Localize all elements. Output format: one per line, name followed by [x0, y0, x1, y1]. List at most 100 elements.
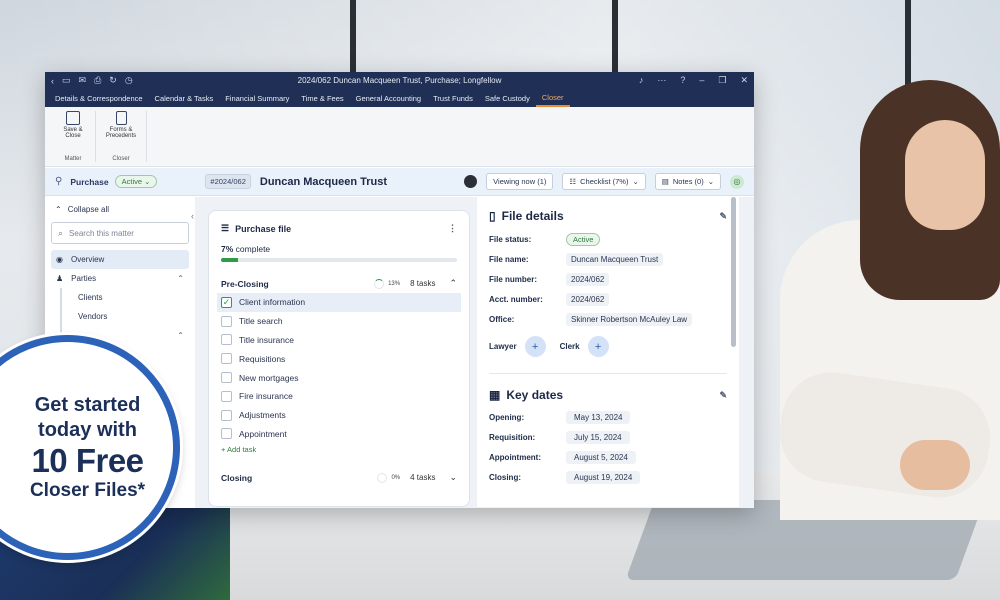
print-icon[interactable]: ⎙: [94, 75, 101, 86]
section-label: Closing: [221, 472, 253, 483]
minimize-icon[interactable]: –: [699, 75, 704, 86]
checkbox-icon[interactable]: [221, 390, 232, 402]
more-icon[interactable]: ···: [657, 75, 666, 86]
restore-icon[interactable]: ❐: [718, 75, 726, 86]
close-icon[interactable]: ✕: [740, 75, 748, 86]
checkbox-icon[interactable]: [221, 315, 232, 327]
title-bar: ‹ ▭ ✉ ⎙ ↻ ◷ 2024/062 Duncan Macqueen Tru…: [45, 72, 754, 89]
section-task-count: 4 tasks: [410, 473, 436, 483]
save-close-button[interactable]: Save & Close: [59, 111, 87, 139]
file-details-title: File details: [501, 209, 564, 223]
save-close-label: Save & Close: [63, 127, 83, 139]
add-task-button[interactable]: + Add task: [221, 445, 457, 454]
task-item[interactable]: New mortgages: [221, 368, 457, 387]
notes-button[interactable]: ▤ Notes (0) ⌄: [654, 173, 721, 190]
progress-ring-icon: [374, 278, 385, 289]
status-badge[interactable]: Active ⌄: [114, 175, 158, 188]
checklist-icon: ☷: [569, 177, 577, 186]
status-badge: Active: [566, 233, 601, 246]
sidebar-item-overview[interactable]: ◉ Overview: [51, 250, 189, 269]
more-options-icon[interactable]: ⋮: [448, 223, 457, 234]
checkbox-icon[interactable]: [221, 409, 232, 421]
avatar: [464, 175, 478, 188]
checkbox-icon[interactable]: [221, 428, 232, 440]
task-item[interactable]: Adjustments: [221, 406, 457, 425]
sidebar-item-clients[interactable]: Clients: [73, 288, 189, 307]
task-item[interactable]: Appointment: [221, 425, 457, 444]
clerk-label: Clerk: [559, 342, 580, 351]
tab-financial-summary[interactable]: Financial Summary: [219, 89, 295, 107]
tab-details-correspondence[interactable]: Details & Correspondence: [49, 89, 149, 107]
edit-icon[interactable]: ✎: [719, 211, 727, 222]
divider: [489, 373, 727, 374]
tab-closer[interactable]: Closer: [535, 89, 570, 107]
task-item[interactable]: Fire insurance: [221, 387, 457, 406]
tab-safe-custody[interactable]: Safe Custody: [479, 89, 536, 107]
sidebar-item-vendors[interactable]: Vendors: [73, 307, 189, 326]
checklist-button[interactable]: ☷ Checklist (7%) ⌄: [562, 173, 646, 190]
collapse-all-button[interactable]: ⌃ Collapse all: [51, 205, 189, 214]
checkbox-checked-icon[interactable]: ✓: [221, 296, 232, 308]
field-office: Office: Skinner Robertson McAuley Law: [489, 313, 727, 326]
progress-word: complete: [235, 244, 271, 254]
field-value: July 15, 2024: [566, 431, 630, 444]
pin-icon[interactable]: ⚲: [55, 176, 62, 187]
help-icon[interactable]: ?: [680, 75, 685, 86]
folder-icon[interactable]: ▭: [62, 75, 71, 86]
forms-precedents-button[interactable]: Forms & Precedents: [104, 111, 138, 139]
mail-icon[interactable]: ✉: [79, 75, 87, 86]
promo-line-3: 10 Free: [31, 441, 144, 479]
tab-trust-funds[interactable]: Trust Funds: [427, 89, 479, 107]
task-item[interactable]: Title insurance: [221, 331, 457, 350]
people-row: Lawyer + Clerk +: [489, 336, 727, 357]
chevron-up-icon[interactable]: ⌃: [177, 274, 184, 283]
promo-line-4: Closer Files*: [29, 479, 146, 501]
search-box[interactable]: ⌕: [51, 222, 189, 244]
add-lawyer-button[interactable]: +: [524, 336, 546, 357]
window-frame: [350, 0, 356, 72]
bell-icon[interactable]: ♪: [639, 75, 644, 86]
chevron-down-icon: ⌄: [632, 177, 639, 186]
save-icon: [66, 111, 80, 125]
menu-bar: Details & Correspondence Calendar & Task…: [45, 89, 754, 107]
section-label: Pre-Closing: [221, 278, 269, 289]
sidebar-item-parties[interactable]: ♟ Parties ⌃: [51, 269, 189, 288]
edit-icon[interactable]: ✎: [719, 390, 727, 401]
add-clerk-button[interactable]: +: [587, 336, 609, 357]
tab-calendar-tasks[interactable]: Calendar & Tasks: [149, 89, 220, 107]
collapse-sidebar-icon[interactable]: ‹: [191, 211, 194, 221]
key-dates-title: Key dates: [506, 388, 564, 402]
field-file-status: File status: Active: [489, 233, 727, 246]
task-item[interactable]: Title search: [221, 312, 457, 331]
field-value: 2024/062: [566, 273, 610, 286]
section-closing[interactable]: Closing 0% 4 tasks ⌄: [221, 472, 457, 483]
chevron-down-icon[interactable]: ⌄: [449, 472, 457, 483]
back-icon[interactable]: ‹: [51, 76, 54, 86]
promo-line-1: Get started: [34, 393, 141, 416]
sidebar-item-label: Clients: [78, 293, 103, 302]
checkbox-icon[interactable]: [221, 334, 232, 346]
viewing-now-button[interactable]: Viewing now (1): [486, 173, 554, 190]
field-value: August 19, 2024: [566, 471, 641, 484]
forms-precedents-label: Forms & Precedents: [105, 127, 137, 139]
calendar-icon: ▦: [489, 388, 501, 402]
refresh-icon[interactable]: ↻: [109, 75, 117, 86]
task-label: Fire insurance: [239, 391, 293, 402]
chevron-up-icon[interactable]: ⌃: [449, 278, 457, 289]
checkbox-icon[interactable]: [221, 353, 232, 365]
headset-icon[interactable]: ◎: [730, 174, 744, 189]
tab-time-fees[interactable]: Time & Fees: [295, 89, 349, 107]
tab-general-accounting[interactable]: General Accounting: [350, 89, 427, 107]
task-item[interactable]: Requisitions: [221, 349, 457, 368]
search-input[interactable]: [69, 228, 170, 238]
promo-line-2: today with: [38, 418, 137, 441]
task-item[interactable]: ✓ Client information: [217, 293, 461, 312]
timer-icon[interactable]: ◷: [125, 75, 133, 86]
field-value: May 13, 2024: [566, 411, 631, 424]
progress-bar-fill: [221, 258, 238, 262]
chevron-up-icon[interactable]: ⌃: [177, 331, 184, 340]
section-pre-closing[interactable]: Pre-Closing 13% 8 tasks ⌃: [221, 278, 457, 289]
field-file-name: File name: Duncan Macqueen Trust: [489, 253, 727, 266]
scrollbar[interactable]: [731, 197, 736, 347]
checkbox-icon[interactable]: [221, 372, 232, 384]
